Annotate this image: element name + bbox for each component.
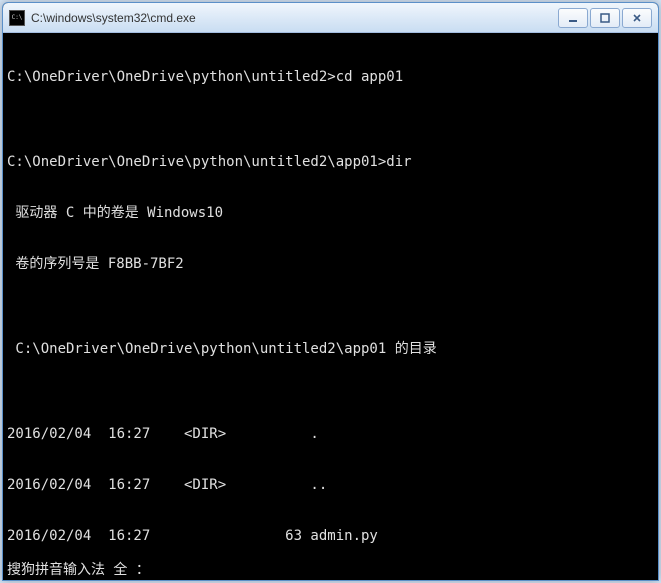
window-title: C:\windows\system32\cmd.exe [31,11,558,25]
title-bar[interactable]: C:\windows\system32\cmd.exe [3,3,658,33]
window-controls [558,8,652,28]
cmd-window: C:\windows\system32\cmd.exe C:\OneDriver… [2,2,659,581]
maximize-icon [600,13,610,23]
ime-status-text: 搜狗拼音输入法 全 ： [7,562,150,579]
terminal-line: C:\OneDriver\OneDrive\python\untitled2\a… [7,341,654,358]
close-button[interactable] [622,8,652,28]
terminal-line: 2016/02/04 16:27 <DIR> . [7,426,654,443]
terminal-line: C:\OneDriver\OneDrive\python\untitled2\a… [7,154,654,171]
terminal-output[interactable]: C:\OneDriver\OneDrive\python\untitled2>c… [3,33,658,580]
terminal-line: 驱动器 C 中的卷是 Windows10 [7,205,654,222]
system-menu-icon[interactable] [9,10,25,26]
close-icon [632,13,642,23]
terminal-line: 2016/02/04 16:27 63 admin.py [7,528,654,545]
minimize-button[interactable] [558,8,588,28]
ime-status-bar: 搜狗拼音输入法 全 ： [3,560,658,580]
terminal-line: C:\OneDriver\OneDrive\python\untitled2>c… [7,69,654,86]
maximize-button[interactable] [590,8,620,28]
terminal-line: 2016/02/04 16:27 <DIR> .. [7,477,654,494]
terminal-line: 卷的序列号是 F8BB-7BF2 [7,256,654,273]
minimize-icon [568,13,578,23]
